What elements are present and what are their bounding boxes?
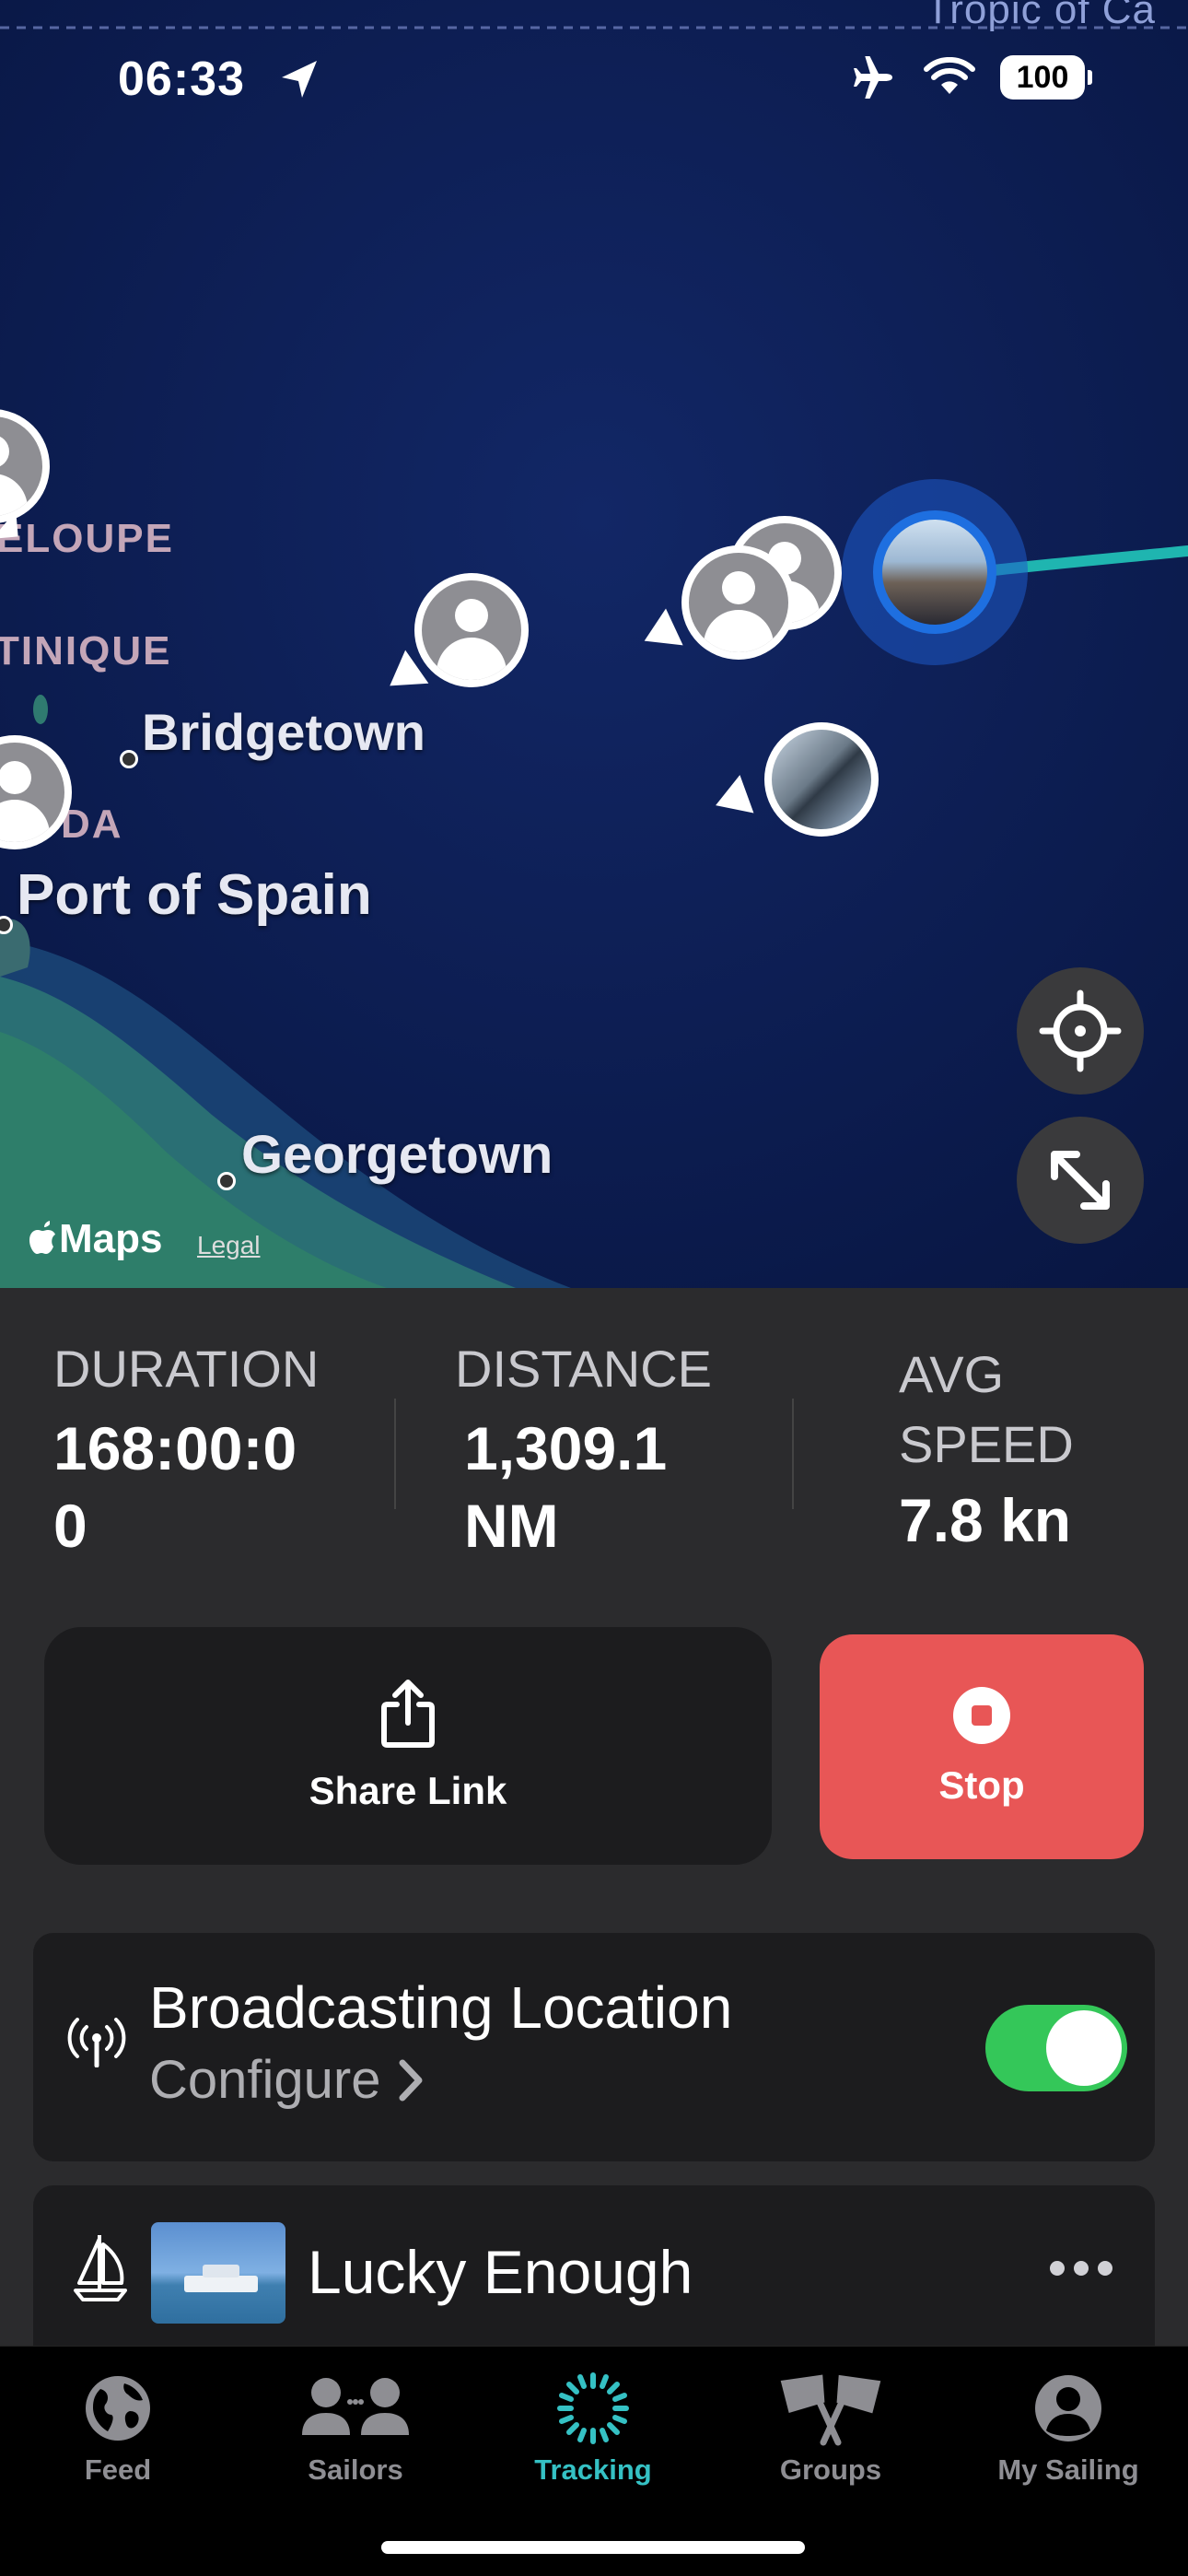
sailor-pin[interactable] [414,573,529,687]
antenna-broadcast-icon [67,2018,126,2067]
tab-groups-label: Groups [779,2453,882,2486]
avatar [882,520,987,625]
home-indicator [381,2541,805,2554]
tab-groups[interactable]: Groups [720,2367,941,2487]
avg-speed-stat: AVG SPEED 7.8 kn [899,1340,1074,1559]
sailor-pin-boat[interactable] [764,722,879,837]
region-label-martinique: TINIQUE [0,628,172,673]
duration-label: DURATION [53,1340,320,1398]
status-time: 06:33 [118,53,245,106]
city-label-port-of-spain: Port of Spain [17,863,372,927]
boat-photo [151,2222,285,2324]
boat-name: Lucky Enough [308,2238,693,2306]
status-indicators: 100 [847,55,1092,100]
city-label-bridgetown: Bridgetown [142,703,425,761]
stop-label: Stop [938,1763,1025,1807]
people-icon [302,2378,409,2435]
distance-value: 1,309.1 NM [455,1410,712,1564]
city-dot-bridgetown [120,750,138,768]
apple-logo-icon [29,1221,55,1254]
status-bar: 06:33 100 [0,48,1188,112]
expand-arrows-icon [1051,1151,1110,1210]
distance-value-line1: 1,309.1 [464,1414,668,1482]
avg-speed-label: AVG SPEED [899,1340,1074,1480]
tracking-icon [557,2372,629,2444]
distance-value-line2: NM [464,1492,559,1560]
more-options-button[interactable] [1050,2261,1112,2276]
tropic-label: Tropic of Ca [926,0,1157,32]
tab-tracking-label: Tracking [534,2453,652,2486]
current-user-pin[interactable] [873,510,996,634]
configure-label: Configure [149,2050,381,2110]
broadcast-toggle[interactable] [985,2005,1127,2091]
duration-value: 168:00:0 0 [53,1410,319,1564]
battery-indicator: 100 [1000,55,1092,100]
map-view[interactable]: Tropic of Ca 06:33 100 ELOUPE TINIQUE DA… [0,0,1188,1288]
avg-speed-label-line2: SPEED [899,1415,1074,1473]
share-link-label: Share Link [309,1769,507,1812]
maps-label: Maps [59,1216,163,1261]
configure-link[interactable]: Configure [149,2049,425,2111]
person-circle-icon [1035,2375,1101,2441]
distance-stat: DISTANCE 1,309.1 NM [455,1334,712,1564]
city-dot-georgetown [217,1172,236,1190]
expand-map-button[interactable] [1017,1117,1144,1244]
tab-sailors-label: Sailors [308,2453,403,2486]
stop-icon [953,1687,1010,1744]
stop-button[interactable]: Stop [820,1634,1144,1859]
stat-divider [792,1399,794,1509]
recenter-button[interactable] [1017,967,1144,1095]
sailboat-icon [74,2235,127,2301]
tab-feed-label: Feed [84,2453,152,2486]
chevron-right-icon [399,2059,423,2101]
location-arrow-icon [282,61,317,98]
tab-my-sailing[interactable]: My Sailing [958,2367,1179,2487]
toggle-knob [1046,2010,1122,2086]
duration-value-line1: 168:00:0 [53,1414,297,1482]
distance-label: DISTANCE [455,1340,712,1398]
wifi-icon [924,57,975,94]
trip-stats: DURATION 168:00:0 0 DISTANCE 1,309.1 NM … [0,1288,1188,1629]
maps-attribution: Maps [28,1216,162,1262]
tab-tracking[interactable]: Tracking [483,2367,704,2487]
share-link-button[interactable]: Share Link [44,1627,772,1865]
broadcast-title: Broadcasting Location [149,1974,733,2041]
map-background [0,0,1188,1288]
avg-speed-label-line1: AVG [899,1345,1005,1403]
city-label-georgetown: Georgetown [241,1125,553,1185]
crosshair-icon [1039,989,1122,1072]
legal-link[interactable]: Legal [197,1231,261,1260]
stat-divider [394,1399,396,1509]
tab-feed[interactable]: Feed [7,2367,228,2487]
tracking-screen: Tropic of Ca 06:33 100 ELOUPE TINIQUE DA… [0,0,1188,2576]
duration-value-line2: 0 [53,1492,87,1560]
avg-speed-value: 7.8 kn [899,1486,1072,1554]
broadcast-location-card[interactable]: Broadcasting Location Configure [33,1933,1155,2161]
airplane-icon [854,56,892,99]
tab-sailors[interactable]: Sailors [245,2367,466,2487]
tab-my-sailing-label: My Sailing [997,2453,1139,2486]
share-icon [381,1680,435,1748]
flags-icon [780,2374,881,2446]
duration-stat: DURATION 168:00:0 0 [53,1334,319,1564]
sailor-pin[interactable] [681,545,796,660]
globe-icon [86,2376,150,2441]
region-label-grenada: DA [61,802,123,847]
